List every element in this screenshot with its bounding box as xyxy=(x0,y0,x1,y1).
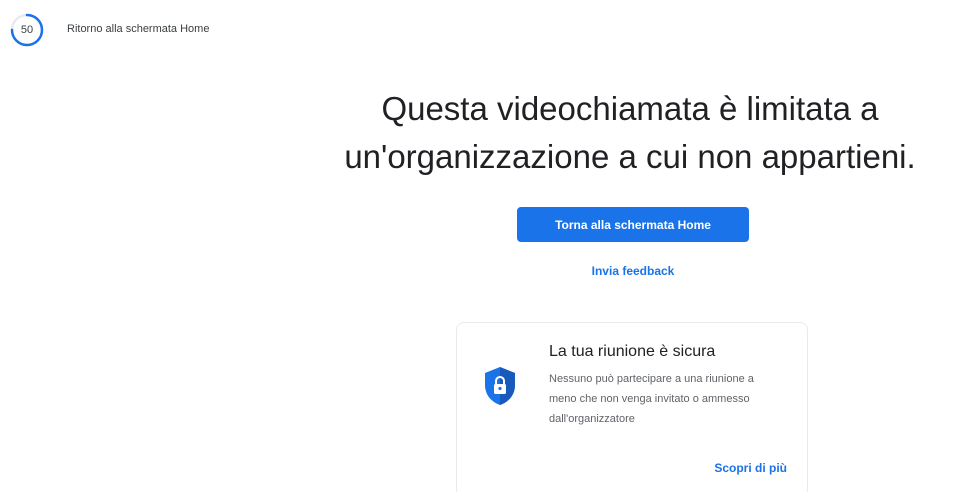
security-card-description: Nessuno può partecipare a una riunione a… xyxy=(549,373,754,425)
security-info-card: La tua riunione è sicura Nessuno può par… xyxy=(456,322,808,492)
countdown-value: 50 xyxy=(20,24,34,36)
send-feedback-link[interactable]: Invia feedback xyxy=(517,264,749,278)
page: 50 Ritorno alla schermata Home Questa vi… xyxy=(0,0,955,493)
return-home-button[interactable]: Torna alla schermata Home xyxy=(517,207,749,242)
page-title: Questa videochiamata è limitata a un'org… xyxy=(344,90,916,175)
return-home-countdown-text: Ritorno alla schermata Home xyxy=(67,23,210,35)
learn-more-link[interactable]: Scopri di più xyxy=(714,461,787,475)
countdown-timer: 50 xyxy=(9,12,45,48)
shield-lock-icon xyxy=(483,366,517,406)
security-card-title: La tua riunione è sicura xyxy=(549,343,716,360)
